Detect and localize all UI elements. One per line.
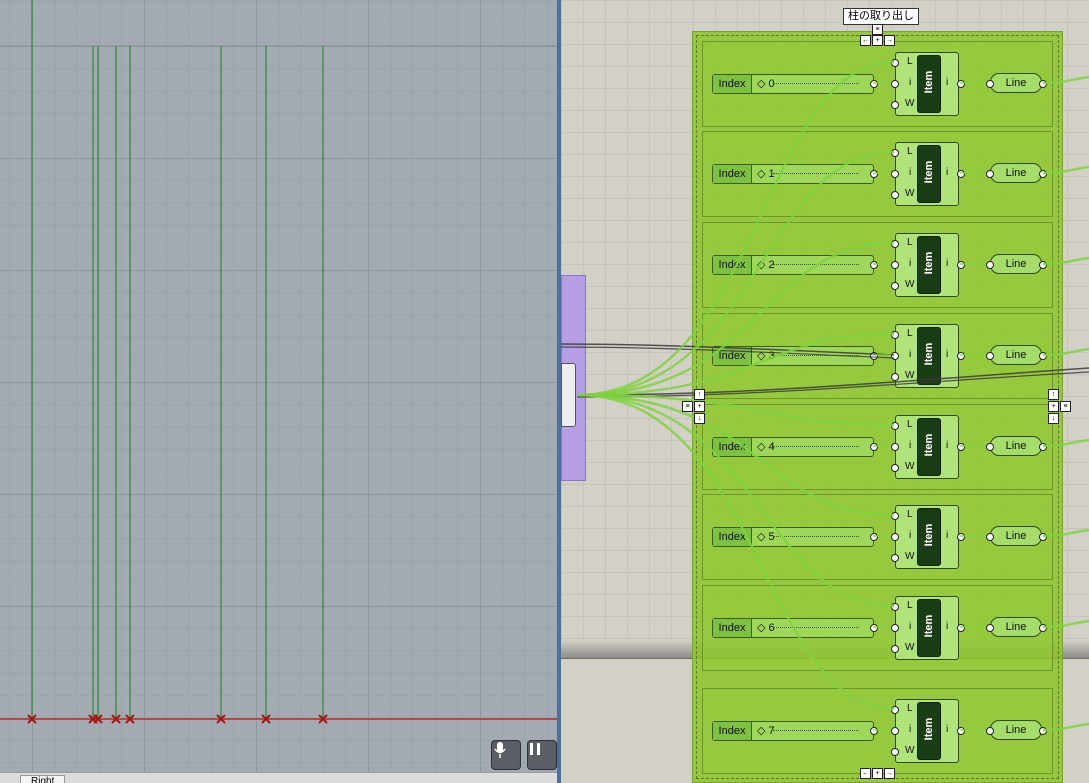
microphone-button[interactable] [491, 740, 521, 770]
wire-out [1042, 347, 1089, 357]
microphone-icon [494, 742, 506, 758]
wire-to-item [576, 393, 895, 608]
resize-down-right[interactable]: ↓ [1048, 413, 1059, 424]
wire-to-item [576, 393, 895, 517]
rhino-viewport[interactable]: Right [0, 0, 557, 783]
wire-out [1042, 722, 1089, 732]
resize-up-left[interactable]: ↑ [694, 389, 705, 400]
group-arrow-right[interactable]: → [884, 35, 895, 46]
wire-out [1042, 619, 1089, 629]
group-arrow-left-bottom[interactable]: ← [860, 768, 871, 779]
viewport-tabbar: Right [0, 772, 557, 783]
group-arrow-right-bottom[interactable]: → [884, 768, 895, 779]
wire-dark [561, 343, 895, 356]
resize-down-left[interactable]: ↓ [694, 413, 705, 424]
wire-to-item [576, 150, 895, 397]
wire-out [1042, 438, 1089, 448]
viewport-geometry [0, 0, 557, 724]
wire-out [1042, 165, 1089, 175]
wire-layer [561, 60, 1089, 732]
pause-icon [530, 743, 540, 755]
resize-mid-right[interactable]: + [1048, 401, 1059, 412]
group-handle-top[interactable]: ≡ [872, 24, 883, 35]
group-arrow-plus-bottom[interactable]: + [872, 768, 883, 779]
group-arrow-left[interactable]: ← [860, 35, 871, 46]
resize-bars-left[interactable]: ≡ [682, 401, 693, 412]
group-arrow-plus[interactable]: + [872, 35, 883, 46]
tab-right[interactable]: Right [20, 775, 66, 783]
resize-mid-left[interactable]: + [694, 401, 705, 412]
wire-out [1042, 528, 1089, 538]
group-title: 柱の取り出し [843, 8, 919, 25]
source-component[interactable] [561, 363, 576, 427]
grasshopper-canvas[interactable]: Index ◇ 0 Li Wi Item Line Index ◇ 1 Li Wi Item Line… [561, 0, 1089, 783]
pause-button[interactable] [527, 740, 557, 770]
wire-out [1042, 75, 1089, 85]
resize-up-right[interactable]: ↑ [1048, 389, 1059, 400]
resize-bars-right[interactable]: ≡ [1060, 401, 1071, 412]
wire-out [1042, 256, 1089, 266]
